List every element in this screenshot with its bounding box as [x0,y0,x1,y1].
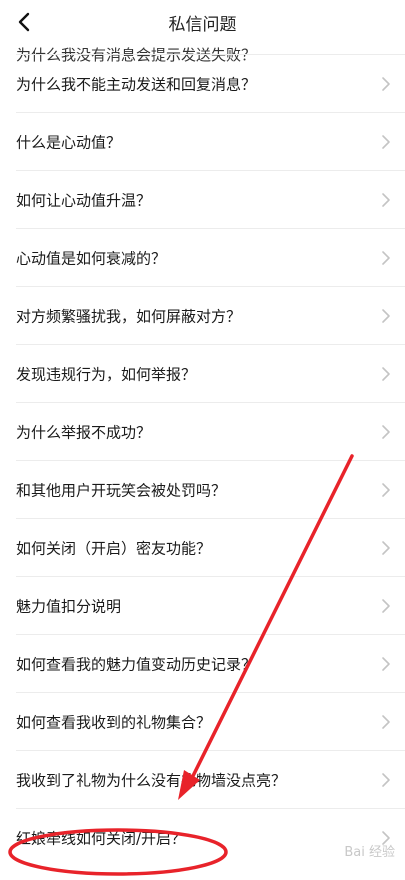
chevron-right-icon [382,773,390,787]
faq-item[interactable]: 和其他用户开玩笑会被处罚吗？ [0,461,405,519]
faq-item-label: 如何让心动值升温？ [16,191,152,210]
chevron-right-icon [382,657,390,671]
faq-item[interactable]: 对方频繁骚扰我，如何屏蔽对方？ [0,287,405,345]
chevron-right-icon [382,309,390,323]
faq-item-label: 心动值是如何衰减的？ [16,249,167,268]
faq-item-label: 为什么我不能主动发送和回复消息？ [16,75,257,94]
faq-item[interactable]: 魅力值扣分说明 [0,577,405,635]
faq-item-label: 为什么举报不成功？ [16,423,152,442]
faq-item-label: 魅力值扣分说明 [16,597,122,616]
faq-item-label: 什么是心动值？ [16,133,122,152]
faq-item[interactable]: 我收到了礼物为什么没有礼物墙没点亮？ [0,751,405,809]
faq-item[interactable]: 为什么举报不成功？ [0,403,405,461]
faq-item-label: 如何关闭（开启）密友功能？ [16,539,212,558]
faq-item-label: 如何查看我收到的礼物集合？ [16,713,212,732]
chevron-right-icon [382,193,390,207]
chevron-right-icon [382,135,390,149]
faq-item[interactable]: 发现违规行为，如何举报？ [0,345,405,403]
chevron-right-icon [382,77,390,91]
chevron-right-icon [382,541,390,555]
faq-item-label: 发现违规行为，如何举报？ [16,365,197,384]
page-title: 私信问题 [168,15,237,35]
chevron-right-icon [382,483,390,497]
chevron-right-icon [382,367,390,381]
faq-item[interactable]: 什么是心动值？ [0,113,405,171]
watermark: Bai 经验 [344,845,395,860]
faq-item-label: 和其他用户开玩笑会被处罚吗？ [16,481,227,500]
faq-item[interactable]: 心动值是如何衰减的？ [0,229,405,287]
chevron-right-icon [382,599,390,613]
chevron-right-icon [382,425,390,439]
faq-item-label: 对方频繁骚扰我，如何屏蔽对方？ [16,307,242,326]
page: 私信问题 为什么我没有消息会提示发送失败？ 为什么我不能主动发送和回复消息？ 什… [0,0,405,880]
faq-item[interactable]: 如何让心动值升温？ [0,171,405,229]
faq-list: 为什么我没有消息会提示发送失败？ 为什么我不能主动发送和回复消息？ 什么是心动值… [0,22,405,867]
faq-item[interactable]: 如何查看我的魅力值变动历史记录？ [0,635,405,693]
faq-item-label: 红娘牵线如何关闭/开启？ [16,829,187,848]
chevron-right-icon [382,715,390,729]
faq-item-label: 如何查看我的魅力值变动历史记录？ [16,655,257,674]
faq-item-label: 我收到了礼物为什么没有礼物墙没点亮？ [16,771,287,790]
faq-item[interactable]: 如何关闭（开启）密友功能？ [0,519,405,577]
faq-item[interactable]: 如何查看我收到的礼物集合？ [0,693,405,751]
chevron-right-icon [382,251,390,265]
header: 私信问题 [0,0,405,44]
faq-item[interactable]: 为什么我不能主动发送和回复消息？ [0,55,405,113]
